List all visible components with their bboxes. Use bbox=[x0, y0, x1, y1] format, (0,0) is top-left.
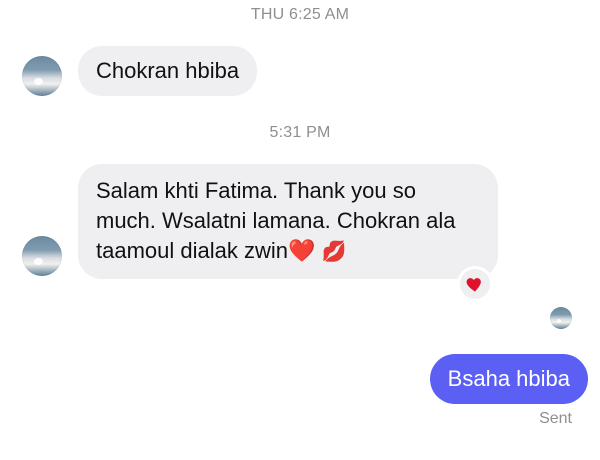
heart-reaction[interactable] bbox=[457, 266, 493, 302]
message-text: Bsaha hbiba bbox=[447, 366, 570, 391]
message-bubble-incoming[interactable]: Salam khti Fatima. Thank you so much. Ws… bbox=[78, 164, 498, 279]
contact-avatar[interactable] bbox=[22, 56, 62, 96]
sent-status: Sent bbox=[539, 410, 572, 427]
heart-icon bbox=[466, 278, 481, 292]
message-bubble-incoming[interactable]: Chokran hbiba bbox=[78, 46, 258, 96]
message-text: Chokran hbiba bbox=[96, 58, 240, 83]
kiss-emoji-icon: 💋 bbox=[321, 241, 347, 263]
message-bubble-outgoing[interactable]: Bsaha hbiba bbox=[429, 354, 588, 404]
timestamp-531: 5:31 PM bbox=[269, 124, 331, 141]
message-text: Salam khti Fatima. Thank you so much. Ws… bbox=[96, 178, 456, 263]
contact-avatar[interactable] bbox=[22, 236, 62, 276]
timestamp-thu-625: THU 6:25 AM bbox=[250, 6, 350, 23]
read-receipt-avatar bbox=[550, 307, 572, 329]
heart-emoji-icon: ❤️ bbox=[287, 238, 316, 263]
